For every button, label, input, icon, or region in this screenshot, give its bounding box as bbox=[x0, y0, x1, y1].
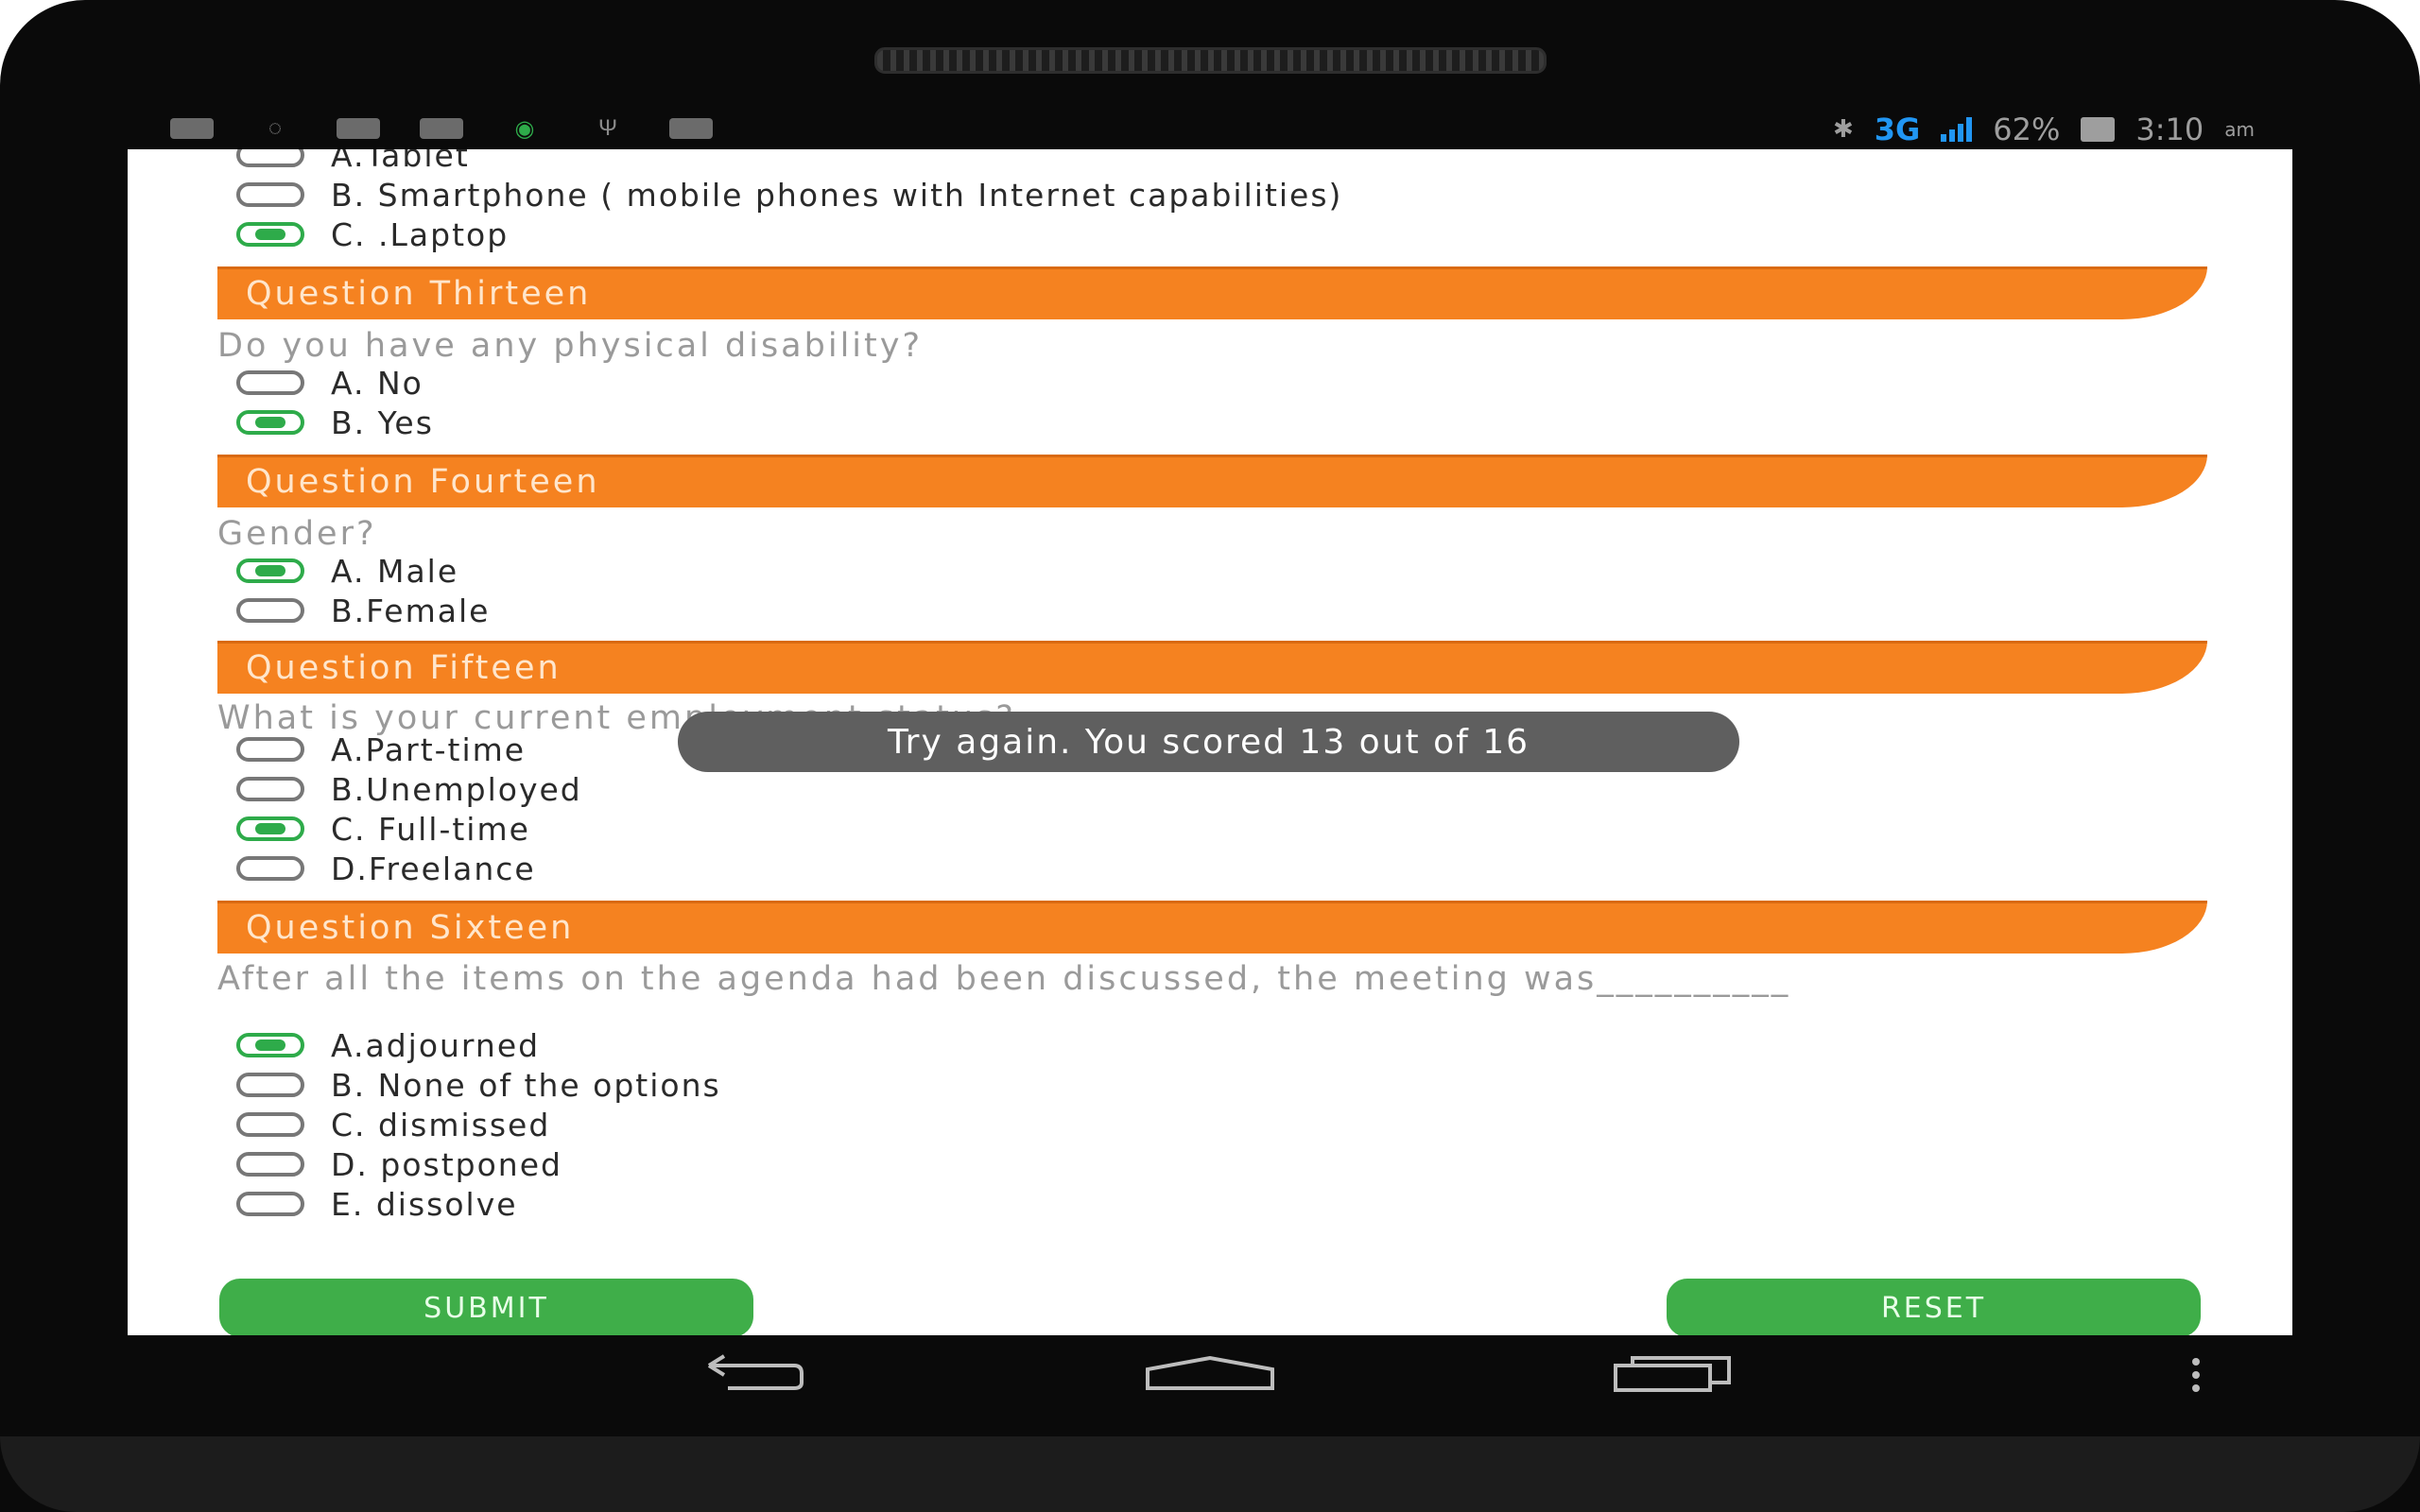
question-header-label: Question Sixteen bbox=[246, 909, 575, 947]
option-q13-a[interactable]: A. No bbox=[236, 364, 424, 402]
radio-button[interactable] bbox=[236, 149, 304, 167]
option-label: B.Female bbox=[331, 592, 491, 629]
notification-icon bbox=[170, 118, 214, 139]
option-q16-a[interactable]: A.adjourned bbox=[236, 1026, 540, 1064]
option-label: A. No bbox=[331, 364, 424, 402]
option-q12-b[interactable]: B. Smartphone ( mobile phones with Inter… bbox=[236, 176, 1342, 214]
option-label: A.Tablet bbox=[331, 149, 470, 174]
phone-bottom-edge bbox=[0, 1436, 2420, 1512]
radio-button-checked[interactable] bbox=[236, 558, 304, 583]
radio-button-checked[interactable] bbox=[236, 222, 304, 247]
signal-icon bbox=[1941, 117, 1973, 142]
question-header-label: Question Thirteen bbox=[246, 275, 592, 313]
clock-ampm: am bbox=[2224, 118, 2255, 141]
usb-icon: Ψ bbox=[597, 115, 618, 141]
question-text: Gender? bbox=[217, 515, 377, 553]
option-label: C. Full-time bbox=[331, 810, 530, 848]
option-label: E. dissolve bbox=[331, 1185, 518, 1223]
radio-button-checked[interactable] bbox=[236, 410, 304, 435]
reset-button[interactable]: RESET bbox=[1667, 1279, 2201, 1335]
option-q15-d[interactable]: D.Freelance bbox=[236, 850, 536, 887]
bluetooth-icon: ✱ bbox=[1832, 115, 1854, 144]
image-icon bbox=[337, 118, 380, 139]
option-label: B. Yes bbox=[331, 404, 434, 441]
option-label: D.Freelance bbox=[331, 850, 536, 887]
home-icon[interactable] bbox=[1144, 1354, 1276, 1392]
option-q16-e[interactable]: E. dissolve bbox=[236, 1185, 518, 1223]
question-header: Question Thirteen bbox=[217, 266, 2207, 319]
quiz-screen[interactable]: A.Tablet B. Smartphone ( mobile phones w… bbox=[128, 149, 2292, 1335]
question-header: Question Sixteen bbox=[217, 901, 2207, 954]
option-q16-d[interactable]: D. postponed bbox=[236, 1145, 562, 1183]
option-label: C. dismissed bbox=[331, 1106, 551, 1143]
option-label: C. .Laptop bbox=[331, 215, 510, 253]
option-label: A.Part-time bbox=[331, 730, 527, 768]
status-bar: ◌ ◉ Ψ ✱ 3G 62% 3:10 am bbox=[128, 112, 2292, 149]
whatsapp-icon: ◌ bbox=[268, 115, 283, 141]
phone-frame: ◌ ◉ Ψ ✱ 3G 62% 3:10 am A.Tablet B. Smart… bbox=[0, 0, 2420, 1512]
option-q14-a[interactable]: A. Male bbox=[236, 552, 458, 590]
radio-button[interactable] bbox=[236, 1152, 304, 1177]
radio-button[interactable] bbox=[236, 370, 304, 395]
radio-button[interactable] bbox=[236, 598, 304, 623]
radio-button[interactable] bbox=[236, 737, 304, 762]
recent-apps-icon[interactable] bbox=[1612, 1352, 1735, 1394]
option-q16-c[interactable]: C. dismissed bbox=[236, 1106, 550, 1143]
submit-button[interactable]: SUBMIT bbox=[219, 1279, 753, 1335]
question-header: Question Fourteen bbox=[217, 455, 2207, 507]
option-label: A. Male bbox=[331, 552, 459, 590]
option-label: D. postponed bbox=[331, 1145, 562, 1183]
navigation-bar bbox=[0, 1335, 2420, 1436]
radio-button[interactable] bbox=[236, 856, 304, 881]
option-label: B. Smartphone ( mobile phones with Inter… bbox=[331, 176, 1343, 214]
radio-button[interactable] bbox=[236, 1073, 304, 1097]
question-header: Question Fifteen bbox=[217, 641, 2207, 694]
app-icon: ◉ bbox=[514, 115, 535, 142]
mail-icon bbox=[420, 118, 463, 139]
radio-button[interactable] bbox=[236, 182, 304, 207]
option-label: A.adjourned bbox=[331, 1026, 541, 1064]
option-q16-b[interactable]: B. None of the options bbox=[236, 1066, 721, 1104]
back-icon[interactable] bbox=[690, 1354, 804, 1392]
speaker-grille bbox=[874, 47, 1547, 74]
option-q15-a[interactable]: A.Part-time bbox=[236, 730, 526, 768]
overflow-menu-icon[interactable] bbox=[2188, 1356, 2204, 1394]
question-text: After all the items on the agenda had be… bbox=[217, 960, 1791, 998]
battery-percent: 62% bbox=[1993, 112, 2061, 147]
radio-button[interactable] bbox=[236, 1112, 304, 1137]
option-q15-c[interactable]: C. Full-time bbox=[236, 810, 530, 848]
radio-button[interactable] bbox=[236, 777, 304, 801]
option-q15-b[interactable]: B.Unemployed bbox=[236, 770, 582, 808]
score-toast: Try again. You scored 13 out of 16 bbox=[678, 712, 1739, 772]
option-q14-b[interactable]: B.Female bbox=[236, 592, 490, 629]
network-type: 3G bbox=[1874, 112, 1921, 147]
option-q12-a[interactable]: A.Tablet bbox=[236, 149, 470, 174]
option-q12-c[interactable]: C. .Laptop bbox=[236, 215, 509, 253]
battery-icon bbox=[2081, 117, 2116, 142]
question-header-label: Question Fourteen bbox=[246, 463, 600, 501]
option-q13-b[interactable]: B. Yes bbox=[236, 404, 434, 441]
clock: 3:10 bbox=[2135, 112, 2204, 147]
barcode-icon bbox=[669, 118, 713, 139]
radio-button[interactable] bbox=[236, 1192, 304, 1216]
question-header-label: Question Fifteen bbox=[246, 649, 562, 687]
radio-button-checked[interactable] bbox=[236, 1033, 304, 1057]
option-label: B.Unemployed bbox=[331, 770, 582, 808]
question-text: Do you have any physical disability? bbox=[217, 327, 924, 365]
radio-button-checked[interactable] bbox=[236, 816, 304, 841]
option-label: B. None of the options bbox=[331, 1066, 721, 1104]
